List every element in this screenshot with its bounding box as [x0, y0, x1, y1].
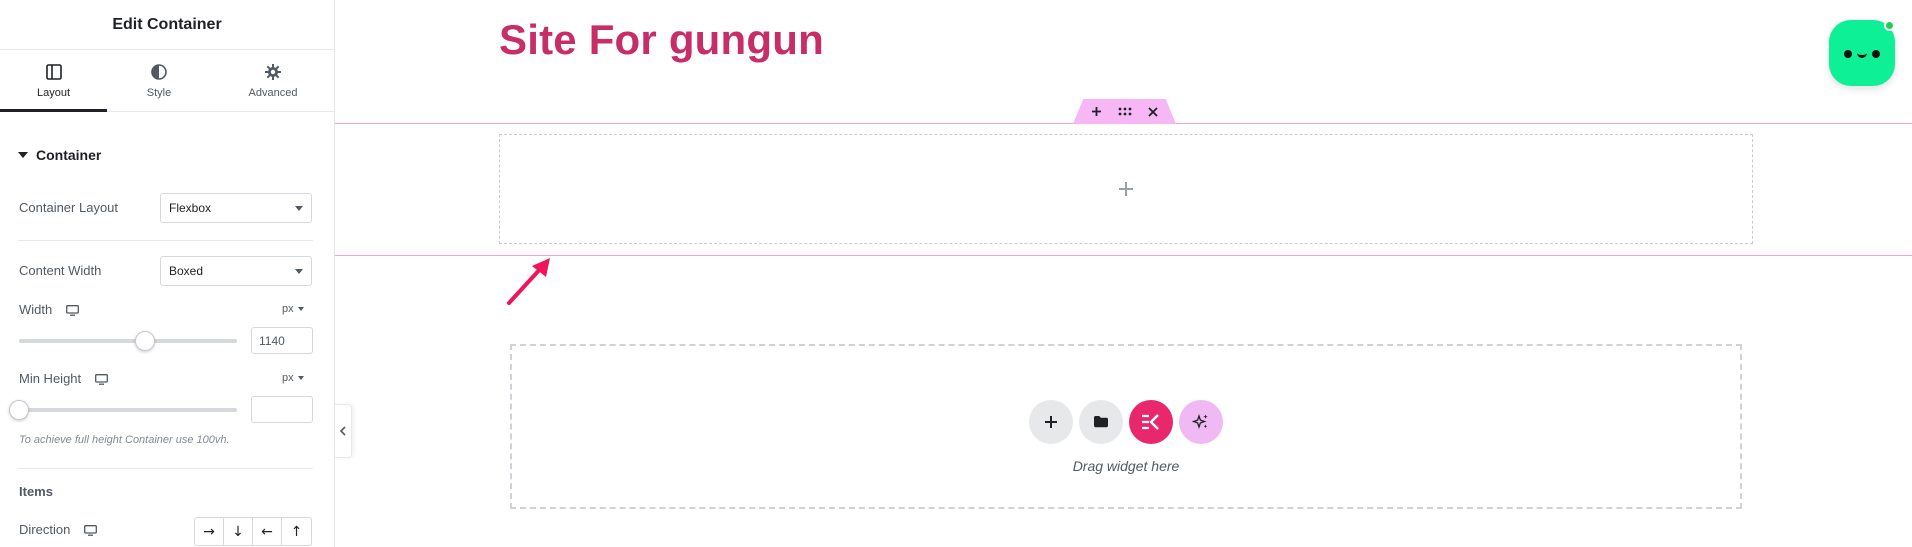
bot-mouth — [1857, 53, 1867, 58]
annotation-arrow-icon — [507, 258, 550, 305]
desktop-icon[interactable] — [83, 525, 97, 536]
width-unit-select[interactable]: px — [282, 303, 304, 315]
content-width-label: Content Width — [19, 263, 102, 278]
drag-handle-icon[interactable] — [1116, 103, 1134, 121]
min-height-label: Min Height — [19, 371, 82, 386]
chevron-down-icon — [295, 269, 303, 274]
desktop-icon[interactable] — [94, 374, 108, 385]
desktop-icon[interactable] — [65, 305, 79, 316]
divider — [18, 240, 313, 241]
add-section-buttons — [1029, 399, 1223, 444]
chevron-down-icon — [295, 206, 303, 211]
add-element-icon[interactable] — [1118, 181, 1134, 197]
tab-style[interactable]: Style — [107, 50, 211, 111]
width-unit: px — [282, 303, 294, 315]
add-section-dropzone[interactable]: Drag widget here — [510, 344, 1742, 509]
width-slider-handle[interactable] — [135, 331, 156, 351]
direction-column-button[interactable]: ↓ — [224, 518, 253, 545]
container-layout-value: Flexbox — [169, 201, 212, 215]
tab-style-label: Style — [146, 86, 172, 99]
tab-layout-label: Layout — [36, 86, 71, 99]
direction-label: Direction — [19, 522, 71, 537]
content-width-select[interactable]: Boxed — [160, 256, 312, 286]
min-height-input[interactable] — [251, 396, 313, 423]
elementskit-button[interactable] — [1129, 399, 1173, 444]
add-container-icon[interactable] — [1088, 103, 1106, 121]
editor-panel: Edit Container Layout Style Advanced Con… — [0, 0, 335, 547]
tab-advanced-label: Advanced — [248, 86, 298, 99]
chevron-left-icon — [339, 426, 346, 436]
container-layout-label: Container Layout — [19, 200, 119, 215]
ai-generate-button[interactable] — [1179, 399, 1223, 444]
bot-eye-left — [1844, 50, 1852, 58]
tab-layout[interactable]: Layout — [0, 50, 107, 112]
drop-hint: Drag widget here — [1072, 457, 1180, 474]
chevron-down-icon — [297, 307, 304, 311]
direction-control: → ↓ ← ↑ — [194, 517, 312, 546]
container-handles — [1073, 99, 1176, 124]
width-slider[interactable] — [19, 339, 237, 343]
section-toggle-container[interactable]: Container — [18, 147, 101, 163]
caret-down-icon — [18, 152, 28, 158]
online-status-dot — [1884, 20, 1895, 31]
direction-row-button[interactable]: → — [195, 518, 224, 545]
container-layout-select[interactable]: Flexbox — [160, 193, 312, 223]
divider — [18, 468, 313, 469]
width-input[interactable]: 1140 — [251, 327, 313, 354]
min-height-slider-handle[interactable] — [9, 400, 29, 420]
panel-collapse-button[interactable] — [335, 404, 352, 458]
plus-icon — [1045, 415, 1057, 428]
width-label: Width — [19, 302, 53, 317]
panel-title: Edit Container — [0, 0, 334, 50]
min-height-unit-select[interactable]: px — [282, 372, 304, 384]
min-height-unit: px — [282, 372, 294, 384]
min-height-hint: To achieve full height Container use 100… — [19, 434, 230, 446]
min-height-slider[interactable] — [19, 408, 237, 412]
direction-label-row: Direction — [19, 522, 97, 537]
contrast-icon — [151, 63, 167, 80]
folder-icon — [1094, 416, 1108, 428]
delete-container-icon[interactable] — [1144, 103, 1162, 121]
elementskit-logo-icon — [1142, 413, 1159, 430]
add-section-button[interactable] — [1029, 399, 1073, 444]
bot-eye-right — [1872, 50, 1880, 58]
content-width-value: Boxed — [169, 264, 204, 278]
chat-bot-button[interactable] — [1829, 20, 1895, 86]
site-title: Site For gungun — [499, 16, 824, 63]
sparkles-icon — [1192, 413, 1208, 429]
direction-column-reverse-button[interactable]: ↑ — [282, 518, 311, 545]
items-section-title: Items — [19, 484, 53, 499]
section-title: Container — [36, 147, 102, 163]
tab-advanced[interactable]: Advanced — [211, 50, 335, 111]
direction-row-reverse-button[interactable]: ← — [253, 518, 282, 545]
panel-tabs: Layout Style Advanced — [0, 50, 334, 112]
chevron-down-icon — [297, 376, 304, 380]
min-height-label-row: Min Height — [19, 371, 108, 386]
width-label-row: Width — [19, 302, 79, 317]
gear-icon — [265, 63, 281, 80]
layout-icon — [45, 63, 62, 80]
add-template-button[interactable] — [1079, 399, 1123, 444]
empty-container-dropzone[interactable] — [499, 134, 1753, 244]
